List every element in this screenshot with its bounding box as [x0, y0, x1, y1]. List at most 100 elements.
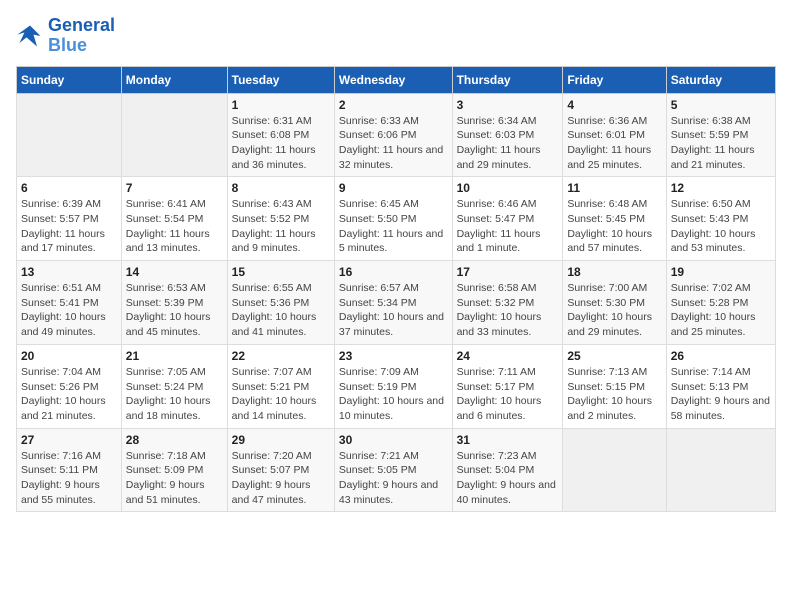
day-number: 14	[126, 265, 223, 279]
day-detail: Sunrise: 6:57 AM Sunset: 5:34 PM Dayligh…	[339, 281, 448, 340]
day-detail: Sunrise: 6:51 AM Sunset: 5:41 PM Dayligh…	[21, 281, 117, 340]
calendar-cell: 11 Sunrise: 6:48 AM Sunset: 5:45 PM Dayli…	[563, 177, 666, 261]
day-number: 11	[567, 181, 661, 195]
calendar-table: SundayMondayTuesdayWednesdayThursdayFrid…	[16, 66, 776, 513]
calendar-cell: 17 Sunrise: 6:58 AM Sunset: 5:32 PM Dayli…	[452, 261, 563, 345]
calendar-cell: 20 Sunrise: 7:04 AM Sunset: 5:26 PM Dayli…	[17, 344, 122, 428]
day-detail: Sunrise: 7:20 AM Sunset: 5:07 PM Dayligh…	[232, 449, 330, 508]
calendar-cell	[666, 428, 775, 512]
logo: General Blue	[16, 16, 115, 56]
day-number: 12	[671, 181, 771, 195]
day-number: 15	[232, 265, 330, 279]
day-number: 31	[457, 433, 559, 447]
header-monday: Monday	[121, 66, 227, 93]
day-number: 30	[339, 433, 448, 447]
calendar-cell: 26 Sunrise: 7:14 AM Sunset: 5:13 PM Dayli…	[666, 344, 775, 428]
day-number: 20	[21, 349, 117, 363]
day-detail: Sunrise: 7:16 AM Sunset: 5:11 PM Dayligh…	[21, 449, 117, 508]
header-saturday: Saturday	[666, 66, 775, 93]
calendar-cell: 22 Sunrise: 7:07 AM Sunset: 5:21 PM Dayli…	[227, 344, 334, 428]
day-number: 23	[339, 349, 448, 363]
calendar-cell: 28Sunrise: 7:18 AM Sunset: 5:09 PM Dayli…	[121, 428, 227, 512]
day-number: 16	[339, 265, 448, 279]
day-detail: Sunrise: 6:48 AM Sunset: 5:45 PM Dayligh…	[567, 197, 661, 256]
day-number: 9	[339, 181, 448, 195]
day-number: 3	[457, 98, 559, 112]
day-detail: Sunrise: 7:23 AM Sunset: 5:04 PM Dayligh…	[457, 449, 559, 508]
day-detail: Sunrise: 6:43 AM Sunset: 5:52 PM Dayligh…	[232, 197, 330, 256]
header-sunday: Sunday	[17, 66, 122, 93]
calendar-week-4: 27 Sunrise: 7:16 AM Sunset: 5:11 PM Dayli…	[17, 428, 776, 512]
calendar-cell: 16 Sunrise: 6:57 AM Sunset: 5:34 PM Dayli…	[334, 261, 452, 345]
calendar-cell	[17, 93, 122, 177]
day-number: 25	[567, 349, 661, 363]
calendar-week-1: 6 Sunrise: 6:39 AM Sunset: 5:57 PM Daylig…	[17, 177, 776, 261]
day-number: 17	[457, 265, 559, 279]
calendar-cell: 1 Sunrise: 6:31 AM Sunset: 6:08 PM Daylig…	[227, 93, 334, 177]
day-detail: Sunrise: 6:53 AM Sunset: 5:39 PM Dayligh…	[126, 281, 223, 340]
calendar-cell: 2Sunrise: 6:33 AM Sunset: 6:06 PM Daylig…	[334, 93, 452, 177]
day-detail: Sunrise: 7:09 AM Sunset: 5:19 PM Dayligh…	[339, 365, 448, 424]
header-friday: Friday	[563, 66, 666, 93]
day-number: 26	[671, 349, 771, 363]
calendar-cell: 14 Sunrise: 6:53 AM Sunset: 5:39 PM Dayli…	[121, 261, 227, 345]
day-detail: Sunrise: 7:18 AM Sunset: 5:09 PM Dayligh…	[126, 449, 223, 508]
calendar-cell: 3 Sunrise: 6:34 AM Sunset: 6:03 PM Daylig…	[452, 93, 563, 177]
day-detail: Sunrise: 6:45 AM Sunset: 5:50 PM Dayligh…	[339, 197, 448, 256]
day-number: 29	[232, 433, 330, 447]
day-number: 6	[21, 181, 117, 195]
calendar-week-2: 13Sunrise: 6:51 AM Sunset: 5:41 PM Dayli…	[17, 261, 776, 345]
calendar-cell: 9 Sunrise: 6:45 AM Sunset: 5:50 PM Daylig…	[334, 177, 452, 261]
calendar-cell: 5 Sunrise: 6:38 AM Sunset: 5:59 PM Daylig…	[666, 93, 775, 177]
header-thursday: Thursday	[452, 66, 563, 93]
calendar-cell: 8 Sunrise: 6:43 AM Sunset: 5:52 PM Daylig…	[227, 177, 334, 261]
day-number: 18	[567, 265, 661, 279]
day-number: 1	[232, 98, 330, 112]
day-detail: Sunrise: 6:34 AM Sunset: 6:03 PM Dayligh…	[457, 114, 559, 173]
page-header: General Blue	[16, 16, 776, 56]
day-number: 22	[232, 349, 330, 363]
day-number: 8	[232, 181, 330, 195]
calendar-cell: 6 Sunrise: 6:39 AM Sunset: 5:57 PM Daylig…	[17, 177, 122, 261]
day-detail: Sunrise: 6:50 AM Sunset: 5:43 PM Dayligh…	[671, 197, 771, 256]
calendar-cell: 19 Sunrise: 7:02 AM Sunset: 5:28 PM Dayli…	[666, 261, 775, 345]
day-detail: Sunrise: 7:04 AM Sunset: 5:26 PM Dayligh…	[21, 365, 117, 424]
day-detail: Sunrise: 7:13 AM Sunset: 5:15 PM Dayligh…	[567, 365, 661, 424]
day-detail: Sunrise: 7:00 AM Sunset: 5:30 PM Dayligh…	[567, 281, 661, 340]
day-detail: Sunrise: 6:58 AM Sunset: 5:32 PM Dayligh…	[457, 281, 559, 340]
day-detail: Sunrise: 7:05 AM Sunset: 5:24 PM Dayligh…	[126, 365, 223, 424]
day-detail: Sunrise: 7:07 AM Sunset: 5:21 PM Dayligh…	[232, 365, 330, 424]
day-number: 5	[671, 98, 771, 112]
day-number: 27	[21, 433, 117, 447]
day-number: 2	[339, 98, 448, 112]
day-number: 21	[126, 349, 223, 363]
calendar-cell: 18 Sunrise: 7:00 AM Sunset: 5:30 PM Dayli…	[563, 261, 666, 345]
calendar-cell: 7Sunrise: 6:41 AM Sunset: 5:54 PM Daylig…	[121, 177, 227, 261]
calendar-cell	[563, 428, 666, 512]
calendar-cell	[121, 93, 227, 177]
day-number: 19	[671, 265, 771, 279]
day-detail: Sunrise: 7:11 AM Sunset: 5:17 PM Dayligh…	[457, 365, 559, 424]
day-number: 24	[457, 349, 559, 363]
day-detail: Sunrise: 7:14 AM Sunset: 5:13 PM Dayligh…	[671, 365, 771, 424]
calendar-week-3: 20 Sunrise: 7:04 AM Sunset: 5:26 PM Dayli…	[17, 344, 776, 428]
day-detail: Sunrise: 6:36 AM Sunset: 6:01 PM Dayligh…	[567, 114, 661, 173]
calendar-cell: 21 Sunrise: 7:05 AM Sunset: 5:24 PM Dayli…	[121, 344, 227, 428]
day-detail: Sunrise: 6:38 AM Sunset: 5:59 PM Dayligh…	[671, 114, 771, 173]
calendar-cell: 25 Sunrise: 7:13 AM Sunset: 5:15 PM Dayli…	[563, 344, 666, 428]
calendar-cell: 13Sunrise: 6:51 AM Sunset: 5:41 PM Dayli…	[17, 261, 122, 345]
day-detail: Sunrise: 7:02 AM Sunset: 5:28 PM Dayligh…	[671, 281, 771, 340]
day-detail: Sunrise: 6:31 AM Sunset: 6:08 PM Dayligh…	[232, 114, 330, 173]
day-detail: Sunrise: 7:21 AM Sunset: 5:05 PM Dayligh…	[339, 449, 448, 508]
logo-text: General Blue	[48, 16, 115, 56]
day-number: 4	[567, 98, 661, 112]
day-detail: Sunrise: 6:41 AM Sunset: 5:54 PM Dayligh…	[126, 197, 223, 256]
calendar-cell: 29 Sunrise: 7:20 AM Sunset: 5:07 PM Dayli…	[227, 428, 334, 512]
calendar-cell: 27 Sunrise: 7:16 AM Sunset: 5:11 PM Dayli…	[17, 428, 122, 512]
header-tuesday: Tuesday	[227, 66, 334, 93]
calendar-cell: 30 Sunrise: 7:21 AM Sunset: 5:05 PM Dayli…	[334, 428, 452, 512]
day-detail: Sunrise: 6:39 AM Sunset: 5:57 PM Dayligh…	[21, 197, 117, 256]
header-wednesday: Wednesday	[334, 66, 452, 93]
calendar-cell: 31 Sunrise: 7:23 AM Sunset: 5:04 PM Dayli…	[452, 428, 563, 512]
day-detail: Sunrise: 6:55 AM Sunset: 5:36 PM Dayligh…	[232, 281, 330, 340]
